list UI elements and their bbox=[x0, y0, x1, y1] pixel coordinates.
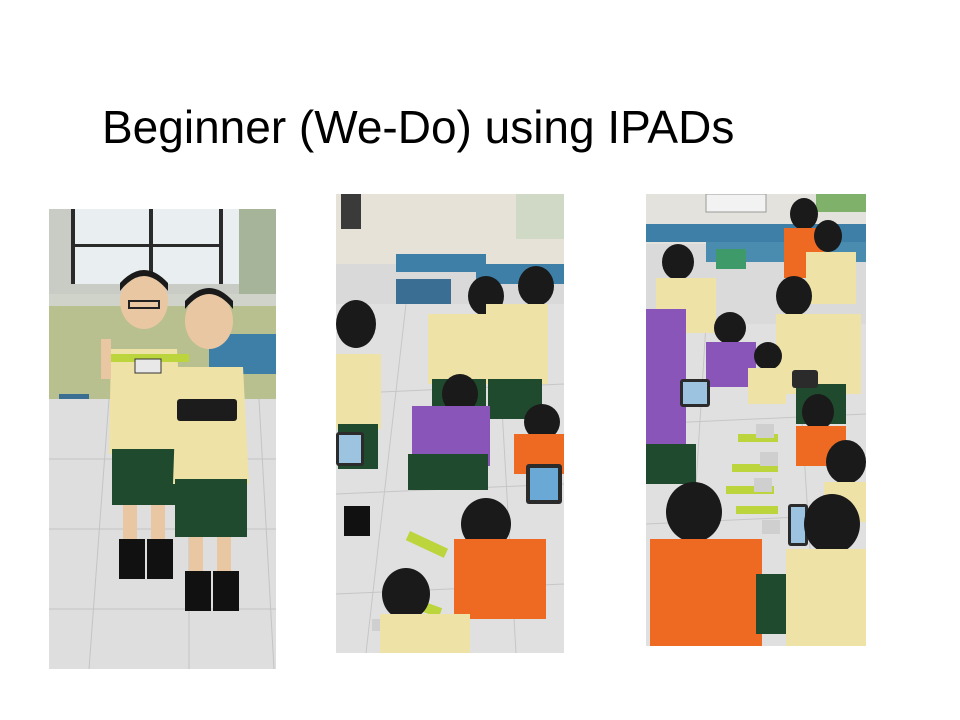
photo-two-boys-with-robot bbox=[49, 209, 276, 669]
photo-children-with-robots-floor bbox=[336, 194, 564, 653]
slide-title: Beginner (We-Do) using IPADs bbox=[102, 101, 735, 153]
photo-group-students-robots bbox=[646, 194, 866, 646]
